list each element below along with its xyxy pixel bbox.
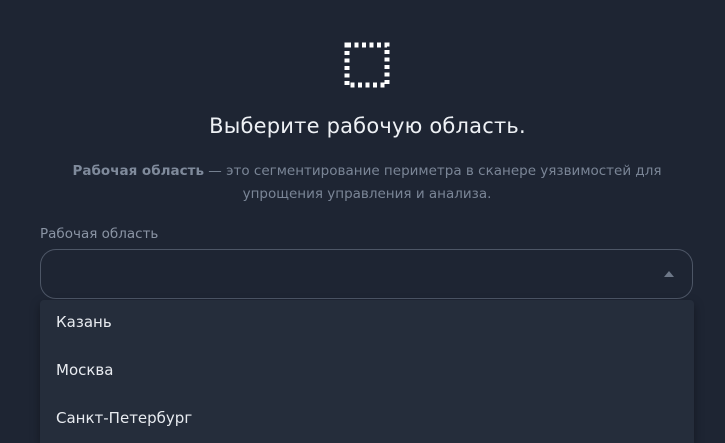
description-strong: Рабочая область xyxy=(72,163,204,179)
workspace-option-saint-petersburg[interactable]: Санкт-Петербург xyxy=(40,396,694,443)
workspace-option-label: Санкт-Петербург xyxy=(56,409,193,427)
page-title: Выберите рабочую область. xyxy=(209,114,526,138)
page-description: Рабочая область — это сегментирование пе… xyxy=(40,160,694,206)
description-text: — это сегментирование периметра в сканер… xyxy=(204,163,662,202)
workspace-option-kazan[interactable]: Казань xyxy=(40,300,694,348)
dotted-square-icon xyxy=(344,42,390,88)
workspace-option-label: Москва xyxy=(56,361,114,379)
workspace-dropdown-menu: Казань Москва Санкт-Петербург xyxy=(40,300,694,443)
workspace-option-moscow[interactable]: Москва xyxy=(40,348,694,396)
workspace-option-label: Казань xyxy=(56,313,112,331)
workspace-field-label: Рабочая область xyxy=(40,226,159,242)
workspace-select[interactable] xyxy=(40,249,693,299)
workspace-selection-page: Выберите рабочую область. Рабочая област… xyxy=(0,0,725,443)
chevron-up-icon[interactable] xyxy=(664,271,674,277)
